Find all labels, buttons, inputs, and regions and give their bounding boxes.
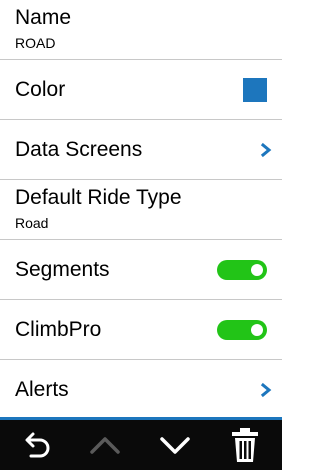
- setting-label: Name: [15, 6, 72, 29]
- setting-label: Data Screens: [15, 138, 143, 161]
- toggle-knob: [251, 264, 263, 276]
- trash-icon: [232, 428, 258, 462]
- setting-value: Road: [15, 215, 49, 231]
- color-swatch: [243, 78, 267, 102]
- setting-color-row[interactable]: Color: [0, 60, 282, 120]
- setting-label: ClimbPro: [15, 318, 102, 341]
- setting-data-screens-row[interactable]: Data Screens: [0, 120, 282, 180]
- setting-label: Default Ride Type: [15, 186, 182, 209]
- setting-climbpro-row[interactable]: ClimbPro: [0, 300, 282, 360]
- setting-value: ROAD: [15, 35, 56, 51]
- chevron-right-icon: [260, 382, 272, 398]
- setting-label: Alerts: [15, 378, 69, 401]
- scroll-up-button[interactable]: [83, 424, 127, 466]
- chevron-up-icon: [90, 437, 120, 454]
- chevron-down-icon: [160, 437, 190, 454]
- back-button[interactable]: [14, 424, 58, 466]
- scroll-down-button[interactable]: [153, 424, 197, 466]
- setting-default-ride-type-row[interactable]: Default Ride Type Road: [0, 180, 282, 240]
- toggle-knob: [251, 324, 263, 336]
- delete-button[interactable]: [223, 424, 267, 466]
- segments-toggle[interactable]: [217, 260, 267, 280]
- back-icon: [25, 432, 50, 458]
- setting-label: Color: [15, 78, 66, 101]
- setting-name-row[interactable]: Name ROAD: [0, 0, 282, 60]
- chevron-right-icon: [260, 142, 272, 158]
- climbpro-toggle[interactable]: [217, 320, 267, 340]
- bottom-toolbar: [0, 420, 282, 470]
- setting-segments-row[interactable]: Segments: [0, 240, 282, 300]
- setting-label: Segments: [15, 258, 110, 281]
- setting-alerts-row[interactable]: Alerts: [0, 360, 282, 417]
- settings-list: Name ROAD Color Data Screens Default Rid…: [0, 0, 282, 417]
